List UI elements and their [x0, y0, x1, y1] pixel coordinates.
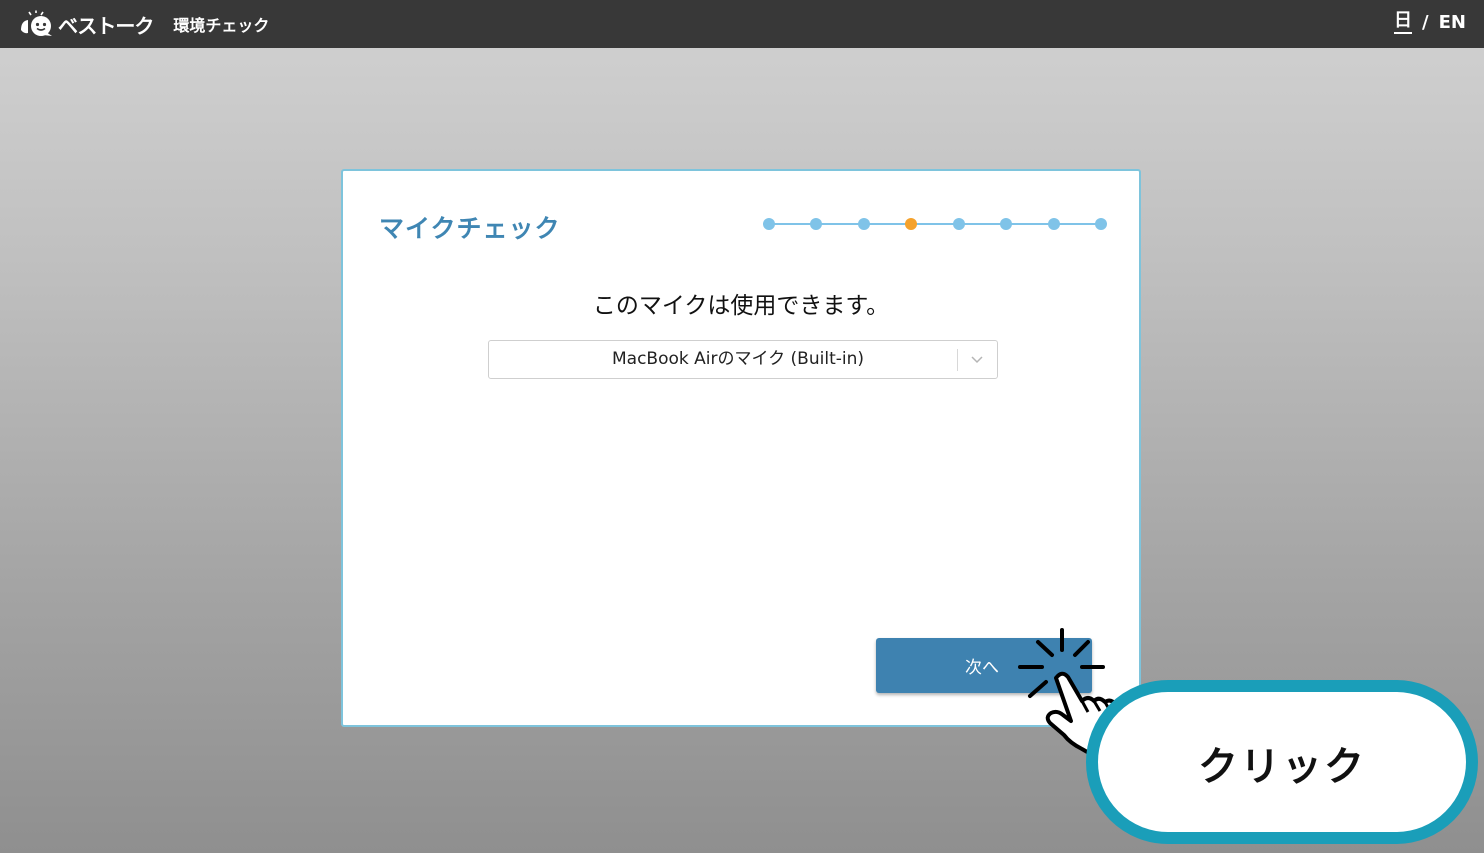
click-callout: クリック	[1086, 680, 1478, 844]
page-title: 環境チェック	[173, 16, 270, 35]
step-dot	[858, 218, 870, 230]
step-dot	[763, 218, 775, 230]
logo[interactable]: ベストーク 環境チェック	[18, 10, 269, 38]
step-dot-current	[905, 218, 917, 230]
next-button-label: 次へ	[965, 658, 999, 678]
select-divider	[957, 349, 958, 371]
lang-en-link[interactable]: EN	[1439, 12, 1466, 33]
step-dot	[1000, 218, 1012, 230]
callout-text: クリック	[1198, 744, 1366, 790]
mic-select[interactable]: MacBook Airのマイク (Built-in)	[488, 340, 998, 379]
chevron-down-icon[interactable]	[969, 349, 985, 369]
step-dot	[1048, 218, 1060, 230]
top-bar: ベストーク 環境チェック 日 / EN	[0, 0, 1484, 48]
language-switcher: 日 / EN	[1394, 10, 1466, 34]
step-dot	[953, 218, 965, 230]
lang-separator: /	[1422, 11, 1429, 33]
mic-check-card: マイクチェック このマイクは使用できます。 MacBook Airのマイク (B…	[341, 169, 1141, 727]
card-title: マイクチェック	[379, 214, 561, 243]
bestalk-logo-icon	[18, 10, 56, 38]
step-progress	[763, 217, 1108, 231]
status-message: このマイクは使用できます。	[592, 293, 890, 319]
brand-name: ベストーク	[58, 13, 154, 38]
lang-ja-link[interactable]: 日	[1394, 10, 1413, 34]
next-button[interactable]: 次へ	[876, 638, 1092, 693]
step-dot	[810, 218, 822, 230]
step-dot	[1095, 218, 1107, 230]
mic-select-value: MacBook Airのマイク (Built-in)	[612, 349, 864, 369]
